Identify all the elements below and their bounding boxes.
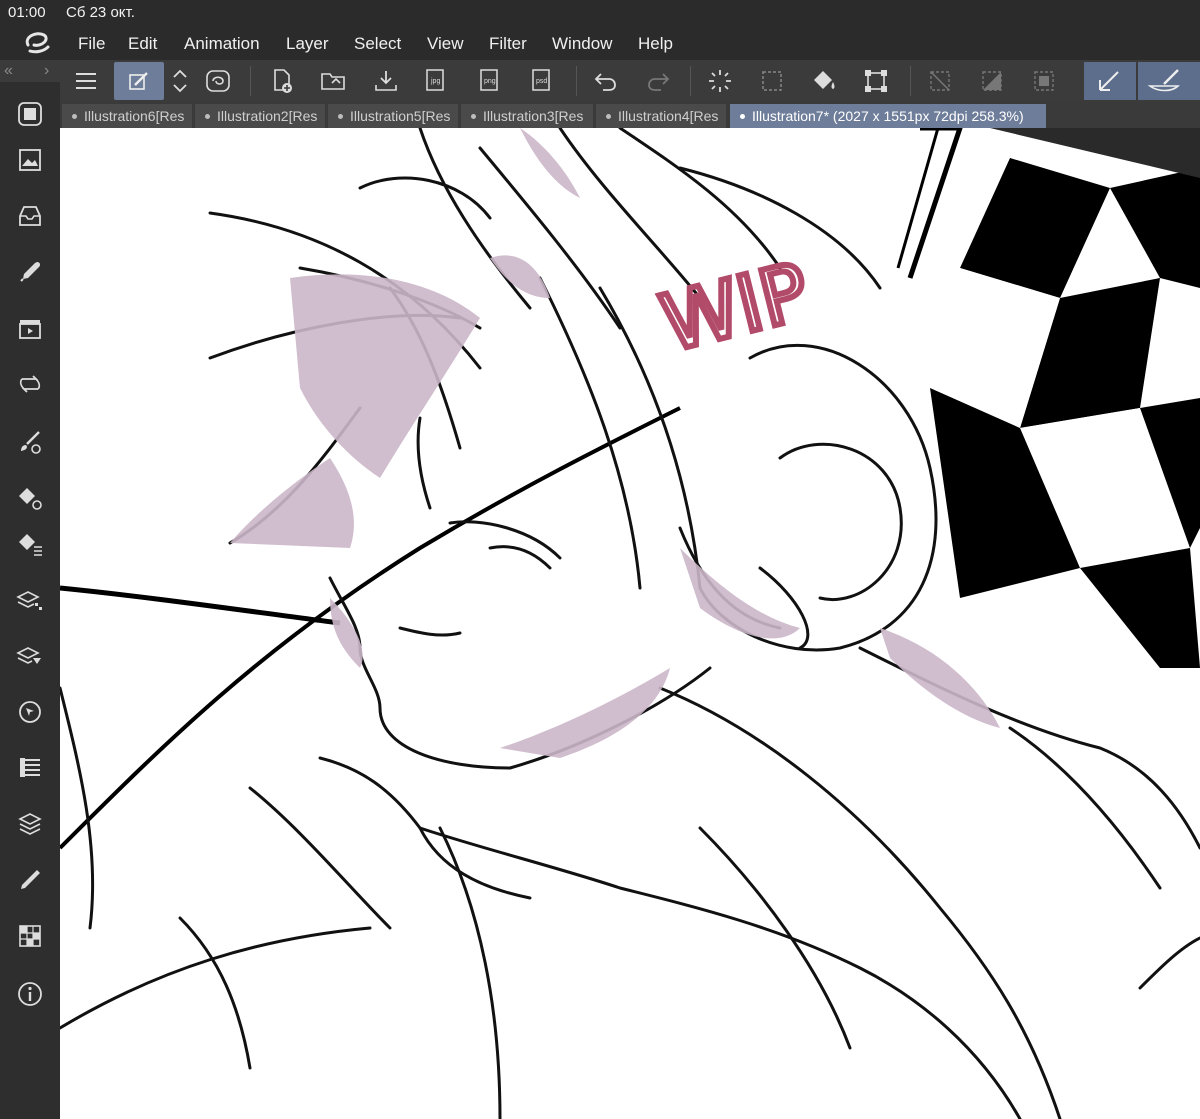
tab-illustration6[interactable]: Illustration6[Res bbox=[62, 104, 193, 128]
menu-select[interactable]: Select bbox=[354, 34, 401, 54]
artwork: WIP bbox=[60, 128, 1200, 1119]
layer-search-icon[interactable] bbox=[12, 638, 48, 674]
fill-list-icon[interactable] bbox=[12, 526, 48, 562]
info-icon[interactable] bbox=[12, 976, 48, 1012]
brush-settings-icon[interactable] bbox=[12, 424, 48, 460]
layer-properties-icon[interactable] bbox=[12, 582, 48, 618]
tab-illustration7[interactable]: Illustration7* (2027 x 1551px 72dpi 258.… bbox=[730, 104, 1047, 128]
selection-border-icon[interactable] bbox=[1026, 62, 1062, 100]
fill-settings-icon[interactable] bbox=[12, 480, 48, 516]
menu-view[interactable]: View bbox=[427, 34, 464, 54]
spiral-icon[interactable] bbox=[200, 62, 236, 100]
tab-illustration2[interactable]: Illustration2[Res bbox=[195, 104, 326, 128]
command-bar: jpg png psd bbox=[0, 60, 1200, 103]
wip-watermark: WIP bbox=[653, 247, 818, 370]
app-logo-icon[interactable] bbox=[20, 27, 54, 57]
clapper-icon[interactable] bbox=[12, 310, 48, 346]
selection-icon[interactable] bbox=[754, 62, 790, 100]
pen-edit-icon[interactable] bbox=[114, 62, 164, 100]
status-bar: 01:00 Сб 23 окт. bbox=[0, 0, 1200, 24]
tab-illustration4[interactable]: Illustration4[Res bbox=[596, 104, 727, 128]
svg-text:jpg: jpg bbox=[430, 78, 440, 85]
menu-icon[interactable] bbox=[68, 62, 104, 100]
deselect-icon[interactable] bbox=[922, 62, 958, 100]
correction-pen-icon[interactable] bbox=[1084, 62, 1136, 100]
undo-icon[interactable] bbox=[588, 62, 624, 100]
drawing-canvas[interactable]: WIP bbox=[60, 128, 1200, 1119]
menu-edit[interactable]: Edit bbox=[128, 34, 157, 54]
menu-animation[interactable]: Animation bbox=[184, 34, 260, 54]
menu-layer[interactable]: Layer bbox=[286, 34, 329, 54]
export-psd-icon[interactable]: psd bbox=[524, 62, 560, 100]
spinner-icon[interactable] bbox=[702, 62, 738, 100]
tab-illustration5[interactable]: Illustration5[Res bbox=[328, 104, 459, 128]
transform-icon[interactable] bbox=[858, 62, 894, 100]
menu-filter[interactable]: Filter bbox=[489, 34, 527, 54]
brush-icon[interactable] bbox=[1138, 62, 1200, 100]
fill-bucket-icon[interactable] bbox=[806, 62, 842, 100]
image-icon[interactable] bbox=[12, 142, 48, 178]
tab-illustration3[interactable]: Illustration3[Res bbox=[461, 104, 594, 128]
menu-file[interactable]: File bbox=[78, 34, 105, 54]
pencil-icon[interactable] bbox=[12, 862, 48, 898]
status-date: Сб 23 окт. bbox=[66, 4, 135, 21]
collapse-left-icon[interactable]: « bbox=[4, 62, 13, 80]
grid-icon[interactable] bbox=[12, 918, 48, 954]
layers-icon[interactable] bbox=[12, 806, 48, 842]
document-tabs: Illustration6[Res Illustration2[Res Illu… bbox=[60, 102, 1200, 128]
list-icon[interactable] bbox=[12, 750, 48, 786]
left-sidebar bbox=[0, 82, 60, 1119]
eyedropper-icon[interactable] bbox=[12, 254, 48, 290]
menu-bar: File Edit Animation Layer Select View Fi… bbox=[0, 24, 1200, 60]
open-folder-icon[interactable] bbox=[316, 62, 352, 100]
svg-text:psd: psd bbox=[536, 78, 547, 85]
navigator-icon[interactable] bbox=[12, 694, 48, 730]
checkered-flag bbox=[896, 128, 1200, 688]
expand-right-icon[interactable]: › bbox=[44, 62, 49, 80]
inbox-icon[interactable] bbox=[12, 198, 48, 234]
menu-window[interactable]: Window bbox=[552, 34, 612, 54]
canvas-icon[interactable] bbox=[12, 96, 48, 132]
status-time: 01:00 bbox=[8, 4, 46, 21]
menu-help[interactable]: Help bbox=[638, 34, 673, 54]
invert-selection-icon[interactable] bbox=[974, 62, 1010, 100]
up-down-arrows-icon[interactable] bbox=[162, 62, 198, 100]
svg-text:png: png bbox=[484, 78, 496, 85]
redo-icon[interactable] bbox=[640, 62, 676, 100]
export-png-icon[interactable]: png bbox=[472, 62, 508, 100]
loop-icon[interactable] bbox=[12, 366, 48, 402]
panel-collapse[interactable]: « › bbox=[0, 60, 60, 82]
new-file-icon[interactable] bbox=[264, 62, 300, 100]
export-jpg-icon[interactable]: jpg bbox=[418, 62, 454, 100]
import-icon[interactable] bbox=[368, 62, 404, 100]
